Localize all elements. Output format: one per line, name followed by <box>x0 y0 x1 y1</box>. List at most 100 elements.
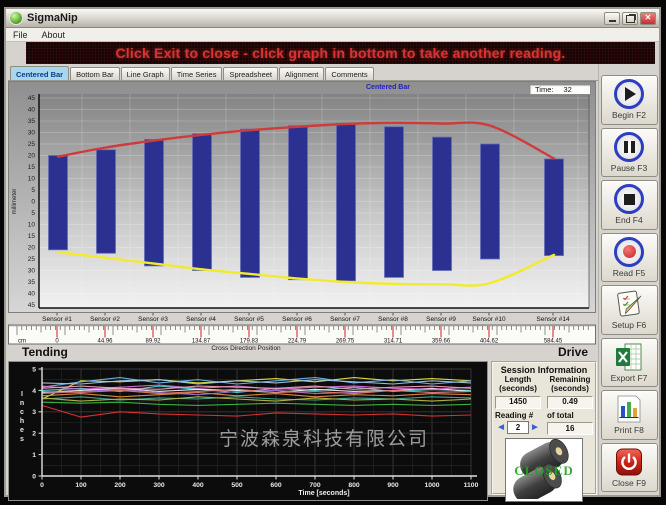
svg-text:35: 35 <box>28 118 36 125</box>
time-label: Time: <box>535 85 553 94</box>
power-icon <box>613 447 645 477</box>
svg-text:40: 40 <box>28 291 36 298</box>
begin-button[interactable]: Begin F2 <box>601 75 658 125</box>
drive-label: Drive <box>558 345 588 359</box>
svg-text:5: 5 <box>31 210 35 217</box>
tab-bottom-bar[interactable]: Bottom Bar <box>70 67 120 80</box>
action-sidebar: Begin F2 Pause F3 End F4 Read F5 <box>598 64 659 495</box>
close-icon: ✕ <box>645 14 652 22</box>
tending-label: Tending <box>22 345 68 359</box>
centered-bar-chart: 45403530252015105051015202530354045milli… <box>9 82 595 312</box>
menu-file[interactable]: File <box>6 30 35 40</box>
svg-text:584.45: 584.45 <box>544 339 563 345</box>
export-button[interactable]: Export F7 <box>601 338 658 388</box>
close-app-button[interactable]: Close F9 <box>601 443 658 493</box>
banner-row: Click Exit to close - click graph in bot… <box>6 42 659 64</box>
svg-text:30: 30 <box>28 268 36 275</box>
svg-text:2: 2 <box>32 431 36 438</box>
svg-text:1: 1 <box>32 452 36 459</box>
direction-row: Tending Cross Direction Position Drive <box>8 345 598 360</box>
tab-alignment[interactable]: Alignment <box>279 67 324 80</box>
pause-button[interactable]: Pause F3 <box>601 128 658 178</box>
svg-text:I: I <box>21 391 23 398</box>
svg-text:1000: 1000 <box>424 482 439 489</box>
trend-graph-panel[interactable]: 0123450100200300400500600700800900100011… <box>8 361 488 501</box>
svg-text:300: 300 <box>153 482 165 489</box>
svg-text:0: 0 <box>32 473 36 480</box>
tab-line-graph[interactable]: Line Graph <box>121 67 170 80</box>
svg-text:4: 4 <box>32 388 36 395</box>
minimize-button[interactable] <box>604 12 620 25</box>
window-title: SigmaNip <box>27 12 604 24</box>
svg-text:Sensor #4: Sensor #4 <box>186 316 216 323</box>
svg-text:5: 5 <box>32 366 36 373</box>
tab-centered-bar[interactable]: Centered Bar <box>10 66 69 80</box>
svg-text:20: 20 <box>28 153 36 160</box>
export-label: Export F7 <box>611 373 648 383</box>
svg-text:n: n <box>20 400 24 407</box>
play-icon <box>614 79 644 109</box>
begin-label: Begin F2 <box>612 110 646 120</box>
app-window: SigmaNip ✕ File About Click Exit to clos… <box>4 7 661 497</box>
svg-text:15: 15 <box>28 164 36 171</box>
menu-bar: File About <box>6 28 659 42</box>
of-total-label: of total <box>547 411 593 420</box>
cross-direction-label: Cross Direction Position <box>176 345 316 352</box>
svg-text:20: 20 <box>28 245 36 252</box>
svg-text:25: 25 <box>28 141 36 148</box>
print-label: Print F8 <box>614 425 644 435</box>
tab-spreadsheet[interactable]: Spreadsheet <box>223 67 278 80</box>
print-button[interactable]: Print F8 <box>601 390 658 440</box>
setup-button[interactable]: Setup F6 <box>601 285 658 335</box>
length-label: Length (seconds) <box>495 376 541 394</box>
svg-text:Sensor #3: Sensor #3 <box>138 316 168 323</box>
title-bar[interactable]: SigmaNip ✕ <box>6 9 659 28</box>
svg-text:10: 10 <box>28 222 36 229</box>
main-area: Centered Bar Bottom Bar Line Graph Time … <box>6 64 598 495</box>
reading-label: Reading # <box>495 411 541 420</box>
stop-icon <box>614 184 644 214</box>
svg-text:0: 0 <box>40 482 44 489</box>
position-ruler: Sensor #1Sensor #2Sensor #3Sensor #4Sens… <box>8 313 596 345</box>
svg-text:404.62: 404.62 <box>480 339 499 345</box>
reading-prev-arrow[interactable]: ◄ <box>496 423 506 433</box>
svg-text:cm: cm <box>18 339 26 345</box>
svg-text:Sensor #8: Sensor #8 <box>378 316 408 323</box>
minimize-icon <box>609 20 616 22</box>
chart-document-icon <box>613 394 645 424</box>
app-icon <box>9 11 23 25</box>
svg-text:44.96: 44.96 <box>97 339 113 345</box>
svg-text:30: 30 <box>28 130 36 137</box>
svg-text:10: 10 <box>28 176 36 183</box>
read-button[interactable]: Read F5 <box>601 233 658 283</box>
length-value: 1450 <box>495 396 541 409</box>
svg-text:900: 900 <box>387 482 399 489</box>
svg-text:800: 800 <box>348 482 360 489</box>
svg-text:400: 400 <box>192 482 204 489</box>
svg-text:Sensor #1: Sensor #1 <box>42 316 72 323</box>
end-button[interactable]: End F4 <box>601 180 658 230</box>
time-field[interactable]: Time: 32 <box>529 84 591 95</box>
svg-text:Sensor #10: Sensor #10 <box>472 316 506 323</box>
svg-text:100: 100 <box>75 482 87 489</box>
reading-number-field[interactable]: 2 <box>507 421 529 434</box>
svg-text:Time [seconds]: Time [seconds] <box>298 490 349 497</box>
tab-time-series[interactable]: Time Series <box>171 67 223 80</box>
svg-text:3: 3 <box>32 409 36 416</box>
session-header: Session Information <box>501 365 588 375</box>
svg-text:0: 0 <box>31 199 35 206</box>
restore-button[interactable] <box>622 12 638 25</box>
reading-next-arrow[interactable]: ► <box>530 423 540 433</box>
svg-text:200: 200 <box>114 482 126 489</box>
menu-about[interactable]: About <box>35 30 73 40</box>
svg-text:89.92: 89.92 <box>145 339 161 345</box>
svg-text:e: e <box>20 427 24 434</box>
read-label: Read F5 <box>613 268 646 278</box>
svg-text:h: h <box>20 418 24 425</box>
total-readings-value: 16 <box>547 422 593 435</box>
trend-line-chart[interactable]: 0123450100200300400500600700800900100011… <box>9 362 487 500</box>
tab-comments[interactable]: Comments <box>325 67 373 80</box>
close-window-button[interactable]: ✕ <box>640 12 656 25</box>
nip-status-image: CLOSED <box>505 438 583 502</box>
nip-status-text: CLOSED <box>506 463 582 479</box>
